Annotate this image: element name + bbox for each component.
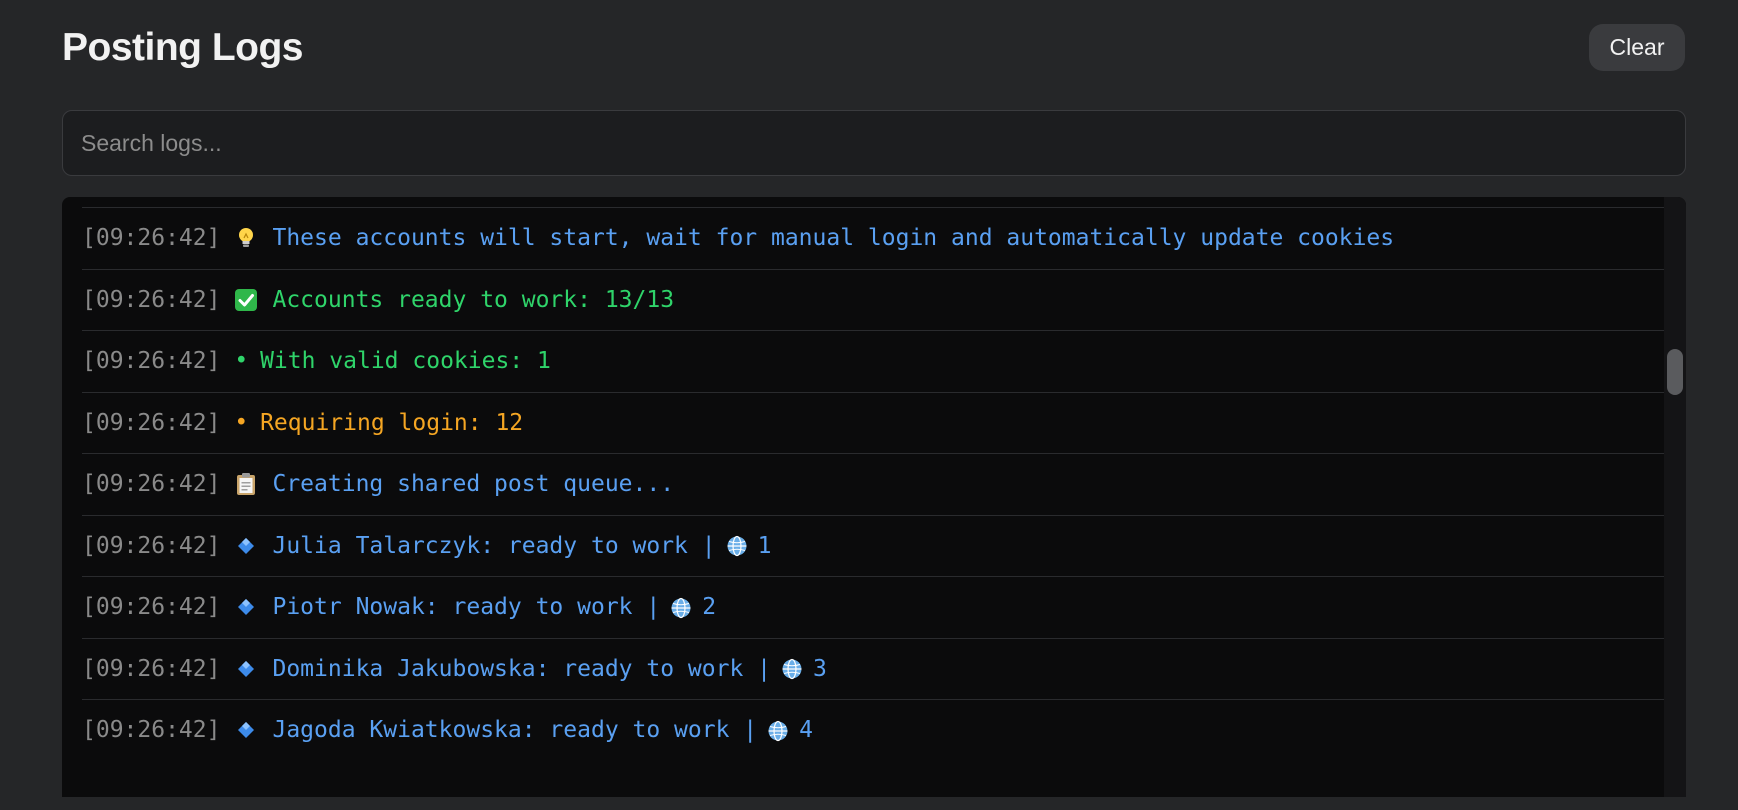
- log-timestamp: [09:26:42]: [82, 532, 221, 559]
- log-row: [09:26:42] Creating shared post queue...: [82, 453, 1667, 515]
- globe-icon: [768, 720, 788, 741]
- log-row: [09:26:42] Accounts ready to work: 13/13: [82, 268, 1667, 331]
- log-row: [09:26:42] • With valid cookies: 1: [82, 330, 1667, 392]
- log-timestamp: [09:26:42]: [82, 594, 221, 621]
- log-message: Dominika Jakubowska: ready to work | 3: [272, 656, 826, 682]
- globe-icon: [782, 659, 802, 680]
- lightbulb-icon: [234, 226, 258, 250]
- log-message: With valid cookies: 1: [260, 348, 551, 374]
- log-message: Piotr Nowak: ready to work | 2: [272, 594, 716, 620]
- proxy-number: 1: [757, 532, 772, 559]
- globe-icon: [727, 536, 747, 557]
- proxy-number: 3: [812, 655, 827, 682]
- log-timestamp: [09:26:42]: [82, 348, 221, 375]
- log-message: Creating shared post queue...: [272, 471, 674, 497]
- proxy-number: 4: [799, 717, 813, 744]
- log-row: [09:26:42] Julia Talarczyk: ready to wor…: [82, 514, 1667, 577]
- log-message: These accounts will start, wait for manu…: [272, 225, 1394, 251]
- log-message-text: Dominika Jakubowska: ready to work |: [272, 655, 771, 682]
- scrollbar-thumb[interactable]: [1667, 349, 1683, 395]
- log-list: [09:26:42] These accounts will start, wa…: [82, 207, 1667, 761]
- bullet-icon: •: [234, 409, 249, 436]
- log-timestamp: [09:26:42]: [82, 286, 221, 313]
- log-timestamp: [09:26:42]: [82, 717, 221, 744]
- log-row: [09:26:42] Jagoda Kwiatkowska: ready to …: [82, 699, 1667, 761]
- log-timestamp: [09:26:42]: [82, 409, 221, 436]
- log-message: Jagoda Kwiatkowska: ready to work | 4: [272, 717, 813, 743]
- globe-icon: [671, 597, 691, 618]
- posting-logs-panel: Posting Logs Clear [09:26:42] These acco…: [0, 0, 1738, 810]
- log-message-text: Piotr Nowak: ready to work |: [272, 594, 661, 621]
- log-timestamp: [09:26:42]: [82, 655, 221, 682]
- log-message-text: Requiring login: 12: [260, 409, 524, 436]
- log-row: [09:26:42] Dominika Jakubowska: ready to…: [82, 637, 1667, 700]
- clear-button[interactable]: Clear: [1589, 24, 1685, 71]
- log-message-text: Accounts ready to work: 13/13: [272, 286, 675, 313]
- log-message-text: Creating shared post queue...: [272, 471, 675, 498]
- log-message-text: Jagoda Kwiatkowska: ready to work |: [272, 717, 758, 744]
- log-row: [09:26:42] These accounts will start, wa…: [82, 207, 1667, 269]
- clipboard-icon: [234, 472, 258, 496]
- log-message: Accounts ready to work: 13/13: [272, 287, 674, 313]
- log-row: [09:26:42] • Requiring login: 12: [82, 391, 1667, 454]
- log-timestamp: [09:26:42]: [82, 471, 221, 498]
- log-timestamp: [09:26:42]: [82, 225, 221, 252]
- blue-diamond-icon: [234, 657, 258, 681]
- page-title: Posting Logs: [62, 26, 304, 69]
- log-list-container[interactable]: [09:26:42] These accounts will start, wa…: [62, 197, 1686, 797]
- log-message: Julia Talarczyk: ready to work | 1: [272, 533, 771, 559]
- blue-diamond-icon: [234, 595, 258, 619]
- scrollbar-track[interactable]: [1664, 197, 1686, 797]
- check-mark-icon: [234, 288, 258, 312]
- log-message: Requiring login: 12: [260, 410, 523, 436]
- blue-diamond-icon: [234, 534, 258, 558]
- log-message-text: These accounts will start, wait for manu…: [272, 225, 1395, 252]
- blue-diamond-icon: [234, 718, 258, 742]
- log-message-text: With valid cookies: 1: [260, 348, 551, 375]
- log-message-text: Julia Talarczyk: ready to work |: [272, 532, 716, 559]
- bullet-icon: •: [234, 348, 249, 375]
- proxy-number: 2: [702, 594, 717, 621]
- log-row: [09:26:42] Piotr Nowak: ready to work | 2: [82, 576, 1667, 638]
- search-input[interactable]: [62, 110, 1686, 176]
